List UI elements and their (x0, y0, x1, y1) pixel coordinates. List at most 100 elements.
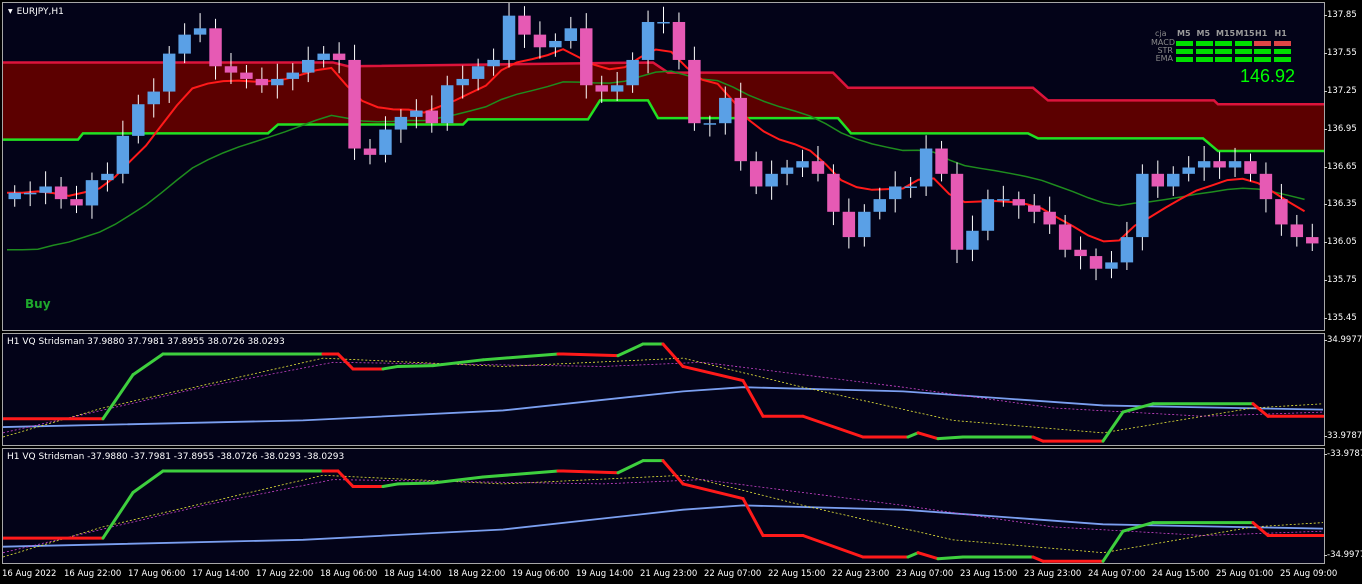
candle (533, 21, 547, 59)
dashboard-signal-cell (1273, 49, 1291, 54)
candle-body (1290, 224, 1304, 238)
candle (1136, 164, 1149, 251)
candle-body (363, 148, 377, 155)
time-axis: 16 Aug 2022 16 Aug 22:00 17 Aug 06:00 17 Au… (2, 566, 1337, 584)
candle (23, 181, 37, 207)
price-chart-pane[interactable]: EURJPY,H1 Buy cjaM5M5M15M15H1H1MACDSTREM… (2, 2, 1325, 331)
candle-body (904, 186, 917, 188)
candle-body (734, 97, 747, 162)
candle-body (116, 135, 130, 174)
candle (1043, 196, 1056, 234)
dashboard-signal-cell (1195, 57, 1213, 62)
dashboard-signal-cell (1176, 41, 1193, 46)
indicator-title: H1 VQ Stridsman 37.9880 37.7981 37.8955 … (7, 337, 285, 347)
time-tick: 21 Aug 23:00 (640, 569, 698, 579)
candle-body (1182, 167, 1195, 174)
candle (981, 189, 995, 241)
price-tick: 136.95 (1324, 123, 1357, 134)
stridsman-segment (741, 497, 765, 537)
candle-body (1213, 161, 1226, 168)
candle-body (348, 59, 361, 149)
candle (1244, 153, 1257, 182)
time-tick: 24 Aug 07:00 (1088, 569, 1146, 579)
candle-body (1120, 237, 1134, 263)
candle (1058, 214, 1072, 258)
candle (1151, 160, 1165, 198)
candle (348, 44, 361, 160)
candle (518, 6, 531, 48)
dashboard-corner-label: cja (1155, 29, 1167, 38)
time-tick: 17 Aug 14:00 (192, 569, 250, 579)
candle-body (919, 148, 933, 187)
candle-body (1028, 205, 1041, 212)
time-tick: 23 Aug 15:00 (960, 569, 1018, 579)
candle-body (8, 192, 21, 200)
stridsman-segment (681, 364, 745, 383)
candle (1074, 236, 1087, 270)
candle-body (796, 161, 809, 168)
candle-body (1275, 199, 1288, 225)
stridsman-segment (936, 555, 965, 561)
candle-body (39, 186, 52, 193)
time-tick: 22 Aug 15:00 (768, 569, 826, 579)
indicator-axis: -33.9787 -34.9977 (1323, 448, 1362, 564)
candle (873, 187, 886, 220)
stridsman-inverse-indicator-chart (3, 459, 1324, 563)
candle (811, 145, 825, 182)
axis-tick-top: -33.9787 (1323, 449, 1362, 459)
candle-body (332, 53, 346, 60)
price-tick: 135.45 (1324, 313, 1357, 324)
stridsman-segment (561, 469, 620, 475)
candle-body (379, 129, 392, 155)
candle-body (719, 97, 732, 124)
price-axis: 137.85 137.55 137.25 136.95 136.65 136.35 136.… (1324, 2, 1362, 331)
candle-body (425, 110, 439, 124)
candle (1028, 194, 1041, 224)
stridsman-segment (906, 551, 920, 559)
stridsman-segment (1101, 410, 1125, 443)
dashboard-signal-cell (1195, 49, 1213, 54)
candle (1105, 251, 1118, 279)
candle-body (70, 199, 83, 206)
candle-body (1167, 173, 1180, 187)
stridsman-segment (616, 342, 645, 358)
candle-body (842, 211, 856, 238)
candle-body (811, 161, 825, 174)
candle (935, 140, 948, 182)
price-tick: 137.55 (1324, 47, 1357, 58)
stridsman-segment (1101, 529, 1125, 563)
stridsman-indicator-pane[interactable]: H1 VQ Stridsman 37.9880 37.7981 37.8955 … (2, 333, 1325, 446)
stridsman-segment (101, 373, 135, 421)
candle-body (1136, 173, 1149, 238)
stridsman-segment (916, 551, 940, 561)
stridsman-segment (916, 431, 940, 441)
time-tick: 19 Aug 14:00 (576, 569, 634, 579)
time-tick: 19 Aug 06:00 (512, 569, 570, 579)
axis-tick-bottom: -34.9977 (1323, 550, 1362, 560)
candle-body (85, 180, 99, 206)
candle-body (301, 59, 315, 73)
candle-body (688, 59, 701, 124)
stridsman-segment (131, 352, 165, 377)
candle (1259, 162, 1273, 213)
stridsman-inverse-indicator-pane[interactable]: H1 VQ Stridsman -37.9880 -37.7981 -37.89… (2, 448, 1325, 564)
price-chart (3, 3, 1324, 281)
price-tick: 135.75 (1324, 275, 1357, 286)
candle (564, 16, 578, 49)
dashboard-timeframe-header: H1 (1274, 29, 1287, 38)
candle-body (1306, 237, 1319, 244)
stridsman-segment (681, 482, 745, 501)
time-tick: 18 Aug 14:00 (384, 569, 442, 579)
candle-body (981, 199, 995, 231)
stridsman-signal-yellow (3, 357, 1324, 438)
stridsman-segment (1031, 435, 1045, 443)
candle-body (1058, 224, 1072, 250)
dashboard-signal-cell (1254, 49, 1271, 54)
candle-body (193, 28, 207, 35)
dashboard-row-label: EMA (1155, 54, 1173, 63)
stridsman-segment (801, 414, 865, 439)
candle-body (749, 161, 763, 187)
candle-body (1043, 211, 1056, 225)
candle-body (610, 85, 624, 92)
dashboard-price: 146.92 (1239, 66, 1295, 86)
